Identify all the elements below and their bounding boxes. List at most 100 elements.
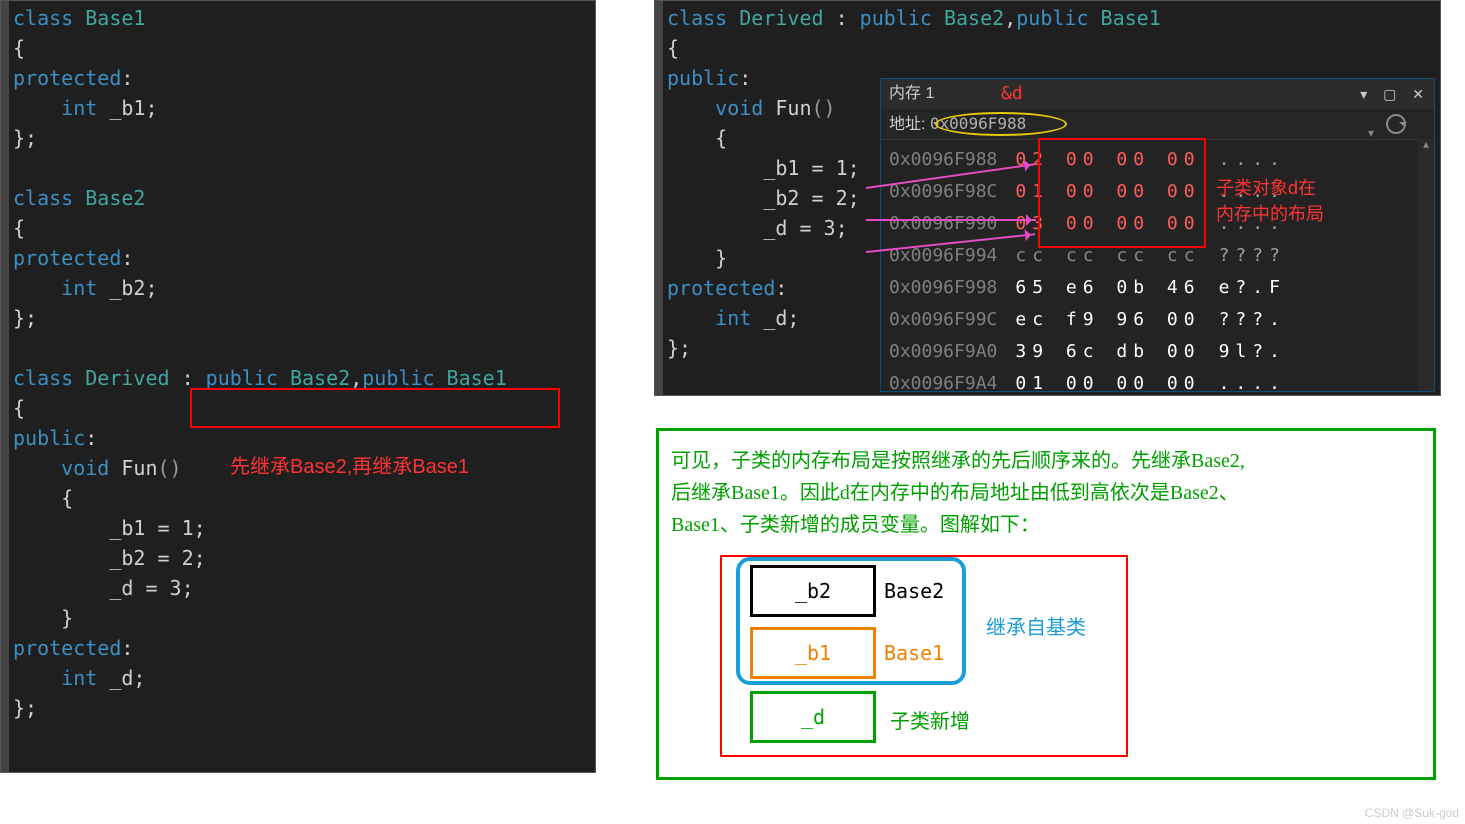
explanation-line: Base1、子类新增的成员变量。图解如下： bbox=[671, 509, 1421, 541]
diagram-label-base1: Base1 bbox=[884, 641, 944, 665]
paren: () bbox=[812, 96, 836, 120]
diagram-label-inherited: 继承自基类 bbox=[986, 611, 1086, 640]
kw: class bbox=[13, 6, 85, 30]
annotation-inheritance-order: 先继承Base2,再继承Base1 bbox=[230, 450, 469, 479]
kw: class bbox=[13, 366, 85, 390]
arrow-icon bbox=[866, 219, 1036, 221]
type: Base1 bbox=[447, 366, 507, 390]
memory-row: 0x0096F994cc cc cc cc???? bbox=[889, 240, 1426, 272]
fn: Fun bbox=[121, 456, 157, 480]
kw: protected bbox=[13, 636, 121, 660]
type: Base2 bbox=[85, 186, 145, 210]
kw: public bbox=[1016, 6, 1100, 30]
var: _b1 bbox=[109, 96, 145, 120]
paren: () bbox=[158, 456, 182, 480]
stmt: _b1 = 1; bbox=[13, 516, 206, 540]
brace: { bbox=[13, 216, 25, 240]
diagram-box-b1: _b1 bbox=[750, 627, 876, 679]
scroll-up-icon[interactable]: ▲ bbox=[1418, 139, 1434, 155]
colon: : bbox=[739, 66, 751, 90]
comma: , bbox=[350, 366, 362, 390]
colon: : bbox=[121, 66, 133, 90]
kw: public bbox=[860, 6, 944, 30]
stmt: _b1 = 1; bbox=[667, 156, 860, 180]
brace: { bbox=[667, 36, 679, 60]
kw: int bbox=[13, 276, 109, 300]
kw: void bbox=[667, 96, 775, 120]
var: _b2 bbox=[109, 276, 145, 300]
var: _d bbox=[763, 306, 787, 330]
semi: ; bbox=[787, 306, 799, 330]
gutter bbox=[655, 1, 663, 395]
memory-row: 0x0096F99Cec f9 96 00???. bbox=[889, 304, 1426, 336]
kw: protected bbox=[667, 276, 775, 300]
kw: public bbox=[362, 366, 446, 390]
brace: }; bbox=[13, 126, 37, 150]
memory-row: 0x0096F9A401 00 00 00.... bbox=[889, 368, 1426, 400]
kw: int bbox=[13, 666, 109, 690]
comma: , bbox=[1004, 6, 1016, 30]
var: _d bbox=[109, 666, 133, 690]
address-bar[interactable]: 地址: 0x0096F988 ▾ bbox=[881, 109, 1434, 140]
dropdown-icon[interactable]: ▾ bbox=[1368, 118, 1374, 148]
address-value[interactable]: 0x0096F988 bbox=[930, 114, 1026, 133]
memory-row: 0x0096F98C01 00 00 00.... bbox=[889, 176, 1426, 208]
brace: }; bbox=[13, 306, 37, 330]
explanation-line: 可见，子类的内存布局是按照继承的先后顺序来的。先继承Base2, bbox=[671, 445, 1421, 477]
stmt: _b2 = 2; bbox=[667, 186, 860, 210]
code-block: class Base1 { protected: int _b1; }; cla… bbox=[1, 1, 595, 723]
kw: int bbox=[13, 96, 109, 120]
kw: void bbox=[13, 456, 121, 480]
window-buttons[interactable]: ▾ ▢ ✕ bbox=[1360, 79, 1430, 109]
diagram-box-b2: _b2 bbox=[750, 565, 876, 617]
colon: : bbox=[824, 6, 860, 30]
scrollbar[interactable]: ▲ bbox=[1418, 139, 1434, 391]
memory-window-title[interactable]: 内存 1 &d ▾ ▢ ✕ bbox=[881, 79, 1434, 109]
kw: protected bbox=[13, 66, 121, 90]
annotation-expr: &d bbox=[1001, 79, 1023, 109]
type: Derived bbox=[85, 366, 169, 390]
type: Base1 bbox=[1101, 6, 1161, 30]
line1: 子类对象d在 bbox=[1216, 178, 1316, 198]
colon: : bbox=[121, 246, 133, 270]
annotation-memory-layout: 子类对象d在 内存中的布局 bbox=[1216, 175, 1324, 227]
title-text: 内存 1 bbox=[889, 85, 934, 102]
type: Base1 bbox=[85, 6, 145, 30]
stmt: _d = 3; bbox=[667, 216, 848, 240]
kw: int bbox=[667, 306, 763, 330]
brace: } bbox=[13, 606, 73, 630]
memory-dump: 0x0096F98802 00 00 00....0x0096F98C01 00… bbox=[881, 140, 1434, 404]
explanation-line: 后继承Base1。因此d在内存中的布局地址由低到高依次是Base2、 bbox=[671, 477, 1421, 509]
brace: }; bbox=[667, 336, 691, 360]
semi: ; bbox=[133, 666, 145, 690]
type: Base2 bbox=[944, 6, 1004, 30]
gutter bbox=[1, 1, 9, 772]
brace: { bbox=[667, 126, 727, 150]
type: Derived bbox=[739, 6, 823, 30]
kw: protected bbox=[13, 246, 121, 270]
diagram-label-new: 子类新增 bbox=[890, 705, 970, 734]
brace: } bbox=[667, 246, 727, 270]
memory-row: 0x0096F99865 e6 0b 46e?.F bbox=[889, 272, 1426, 304]
watermark: CSDN @Suk-god bbox=[1365, 806, 1459, 820]
memory-layout-diagram: _b2 _b1 _d Base2 Base1 继承自基类 子类新增 bbox=[720, 555, 1128, 757]
fn: Fun bbox=[775, 96, 811, 120]
stmt: _b2 = 2; bbox=[13, 546, 206, 570]
kw: public bbox=[667, 66, 739, 90]
semi: ; bbox=[145, 276, 157, 300]
kw: class bbox=[13, 186, 85, 210]
left-code-editor: class Base1 { protected: int _b1; }; cla… bbox=[0, 0, 596, 773]
memory-row: 0x0096F98802 00 00 00.... bbox=[889, 144, 1426, 176]
diagram-box-d: _d bbox=[750, 691, 876, 743]
colon: : bbox=[121, 636, 133, 660]
diagram-label-base2: Base2 bbox=[884, 579, 944, 603]
colon: : bbox=[775, 276, 787, 300]
colon: : bbox=[85, 426, 97, 450]
brace: }; bbox=[13, 696, 37, 720]
refresh-icon[interactable] bbox=[1386, 114, 1406, 134]
semi: ; bbox=[145, 96, 157, 120]
kw: public bbox=[206, 366, 290, 390]
colon: : bbox=[170, 366, 206, 390]
memory-window[interactable]: 内存 1 &d ▾ ▢ ✕ 地址: 0x0096F988 ▾ 0x0096F98… bbox=[880, 78, 1435, 392]
memory-row: 0x0096F99003 00 00 00.... bbox=[889, 208, 1426, 240]
